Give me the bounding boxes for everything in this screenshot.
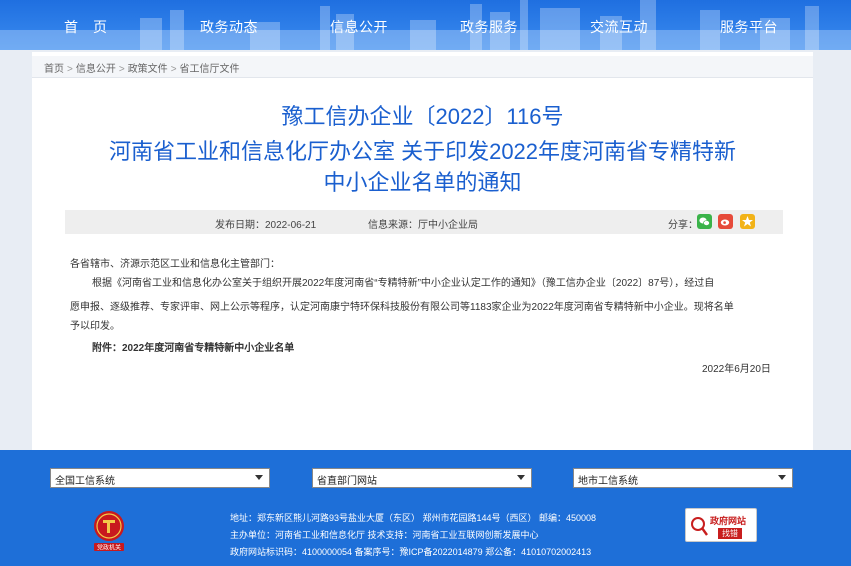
footer-sponsor: 主办单位：河南省工业和信息化厅 技术支持：河南省工业互联网创新发展中心: [230, 530, 539, 540]
wechat-icon[interactable]: [697, 214, 712, 229]
nav-interaction[interactable]: 交流互动: [590, 17, 648, 37]
nav-information-disclosure[interactable]: 信息公开: [330, 17, 388, 37]
emblem-caption: 党政机关: [97, 544, 121, 552]
party-emblem-icon[interactable]: 党政机关: [92, 510, 126, 552]
publish-date: 发布日期：2022-06-21: [215, 220, 317, 231]
article-doc-number: 豫工信办企业〔2022〕116号: [281, 104, 564, 129]
body-paragraph: 根据《河南省工业和信息化办公室关于组织开展2022年度河南省“专精特新”中小企业…: [92, 278, 715, 289]
national-system-select[interactable]: 全国工信系统: [50, 468, 270, 488]
weibo-icon[interactable]: [718, 214, 733, 229]
star-icon[interactable]: [740, 214, 755, 229]
footer-address: 地址：郑东新区熊儿河路93号盐业大厦（东区） 郑州市花园路144号（西区） 邮编…: [230, 513, 597, 523]
breadcrumb: 首页 > 信息公开 > 政策文件 > 省工信厅文件: [32, 56, 813, 78]
share-label: 分享：: [668, 220, 698, 231]
nav-service-platform[interactable]: 服务平台: [720, 17, 778, 37]
breadcrumb-home[interactable]: 首页: [44, 60, 64, 75]
select-value: 全国工信系统: [55, 476, 115, 487]
provincial-departments-select[interactable]: 省直部门网站: [312, 468, 532, 488]
chevron-down-icon: [778, 475, 786, 480]
breadcrumb-separator: >: [170, 64, 177, 75]
select-value: 省直部门网站: [317, 476, 377, 487]
badge-title: 政府网站: [710, 516, 747, 526]
breadcrumb-policy-documents[interactable]: 政策文件: [128, 60, 168, 75]
breadcrumb-info-disclosure[interactable]: 信息公开: [76, 60, 116, 75]
sign-date: 2022年6月20日: [702, 364, 771, 375]
nav-government-news[interactable]: 政务动态: [200, 17, 258, 37]
footer-registration: 政府网站标识码：4100000054 备案序号：豫ICP备2022014879 …: [230, 547, 592, 557]
body-paragraph: 予以印发。: [70, 321, 120, 332]
gov-website-error-badge[interactable]: 政府网站 找错: [685, 508, 757, 542]
article-meta-bar: 发布日期：2022-06-21 信息来源：厅中小企业局 分享：: [65, 210, 783, 234]
city-system-select[interactable]: 地市工信系统: [573, 468, 793, 488]
salutation: 各省辖市、济源示范区工业和信息化主管部门：: [70, 259, 280, 270]
chevron-down-icon: [517, 475, 525, 480]
body-paragraph: 愿申报、逐级推荐、专家评审、网上公示等程序，认定河南康宁特环保科技股份有限公司等…: [70, 302, 734, 313]
info-source: 信息来源：厅中小企业局: [368, 220, 478, 231]
breadcrumb-separator: >: [67, 64, 73, 75]
gov-website-icon: [691, 517, 708, 536]
chevron-down-icon: [255, 475, 263, 480]
top-navigation: 首 页 政务动态 信息公开 政务服务 交流互动 服务平台: [0, 0, 851, 50]
attachment-link[interactable]: 附件：2022年度河南省专精特新中小企业名单: [92, 341, 294, 357]
article-title-line: 中小企业名单的通知: [323, 170, 522, 195]
nav-home[interactable]: 首 页: [64, 17, 108, 37]
nav-government-services[interactable]: 政务服务: [460, 17, 518, 37]
breadcrumb-department-documents[interactable]: 省工信厅文件: [180, 60, 240, 75]
badge-action: 找错: [718, 528, 742, 539]
article-title-line: 河南省工业和信息化厅办公室 关于印发2022年度河南省专精特新: [108, 139, 737, 164]
select-value: 地市工信系统: [578, 476, 638, 487]
breadcrumb-separator: >: [118, 64, 125, 75]
